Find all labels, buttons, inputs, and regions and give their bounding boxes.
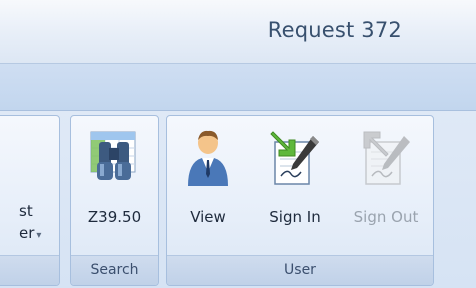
- ribbon-group-user: View Sign In Sign Out User: [166, 115, 434, 286]
- chevron-down-icon[interactable]: ▾: [36, 230, 41, 241]
- partial-group-caption: [0, 255, 59, 285]
- partial-ribbon-group: st er ▾: [0, 115, 60, 286]
- sign-in-button[interactable]: Sign In: [255, 124, 335, 239]
- title-bar: Request 372: [0, 0, 476, 63]
- partial-button-label-line2[interactable]: er ▾: [19, 224, 41, 242]
- user-person-icon: [188, 130, 228, 186]
- sign-in-icon: [270, 131, 319, 185]
- window-title: Request 372: [267, 18, 402, 42]
- user-group-caption: User: [167, 255, 433, 285]
- sign-out-icon: [363, 131, 410, 185]
- search-group-caption: Search: [71, 255, 158, 285]
- view-user-button[interactable]: View: [177, 124, 239, 239]
- sign-out-button[interactable]: Sign Out: [343, 124, 429, 239]
- sign-out-button-label: Sign Out: [353, 208, 419, 226]
- view-button-label: View: [190, 208, 226, 226]
- ribbon-group-search: Z39.50 Search: [70, 115, 159, 286]
- ribbon-tab-strip: [0, 63, 476, 111]
- z3950-button-label: Z39.50: [87, 208, 142, 226]
- partial-button-label-text: er: [19, 224, 35, 242]
- binoculars-icon: [90, 131, 135, 180]
- partial-button-label-line1[interactable]: st: [19, 202, 33, 220]
- sign-in-button-label: Sign In: [269, 208, 321, 226]
- z3950-search-button[interactable]: Z39.50: [75, 124, 154, 239]
